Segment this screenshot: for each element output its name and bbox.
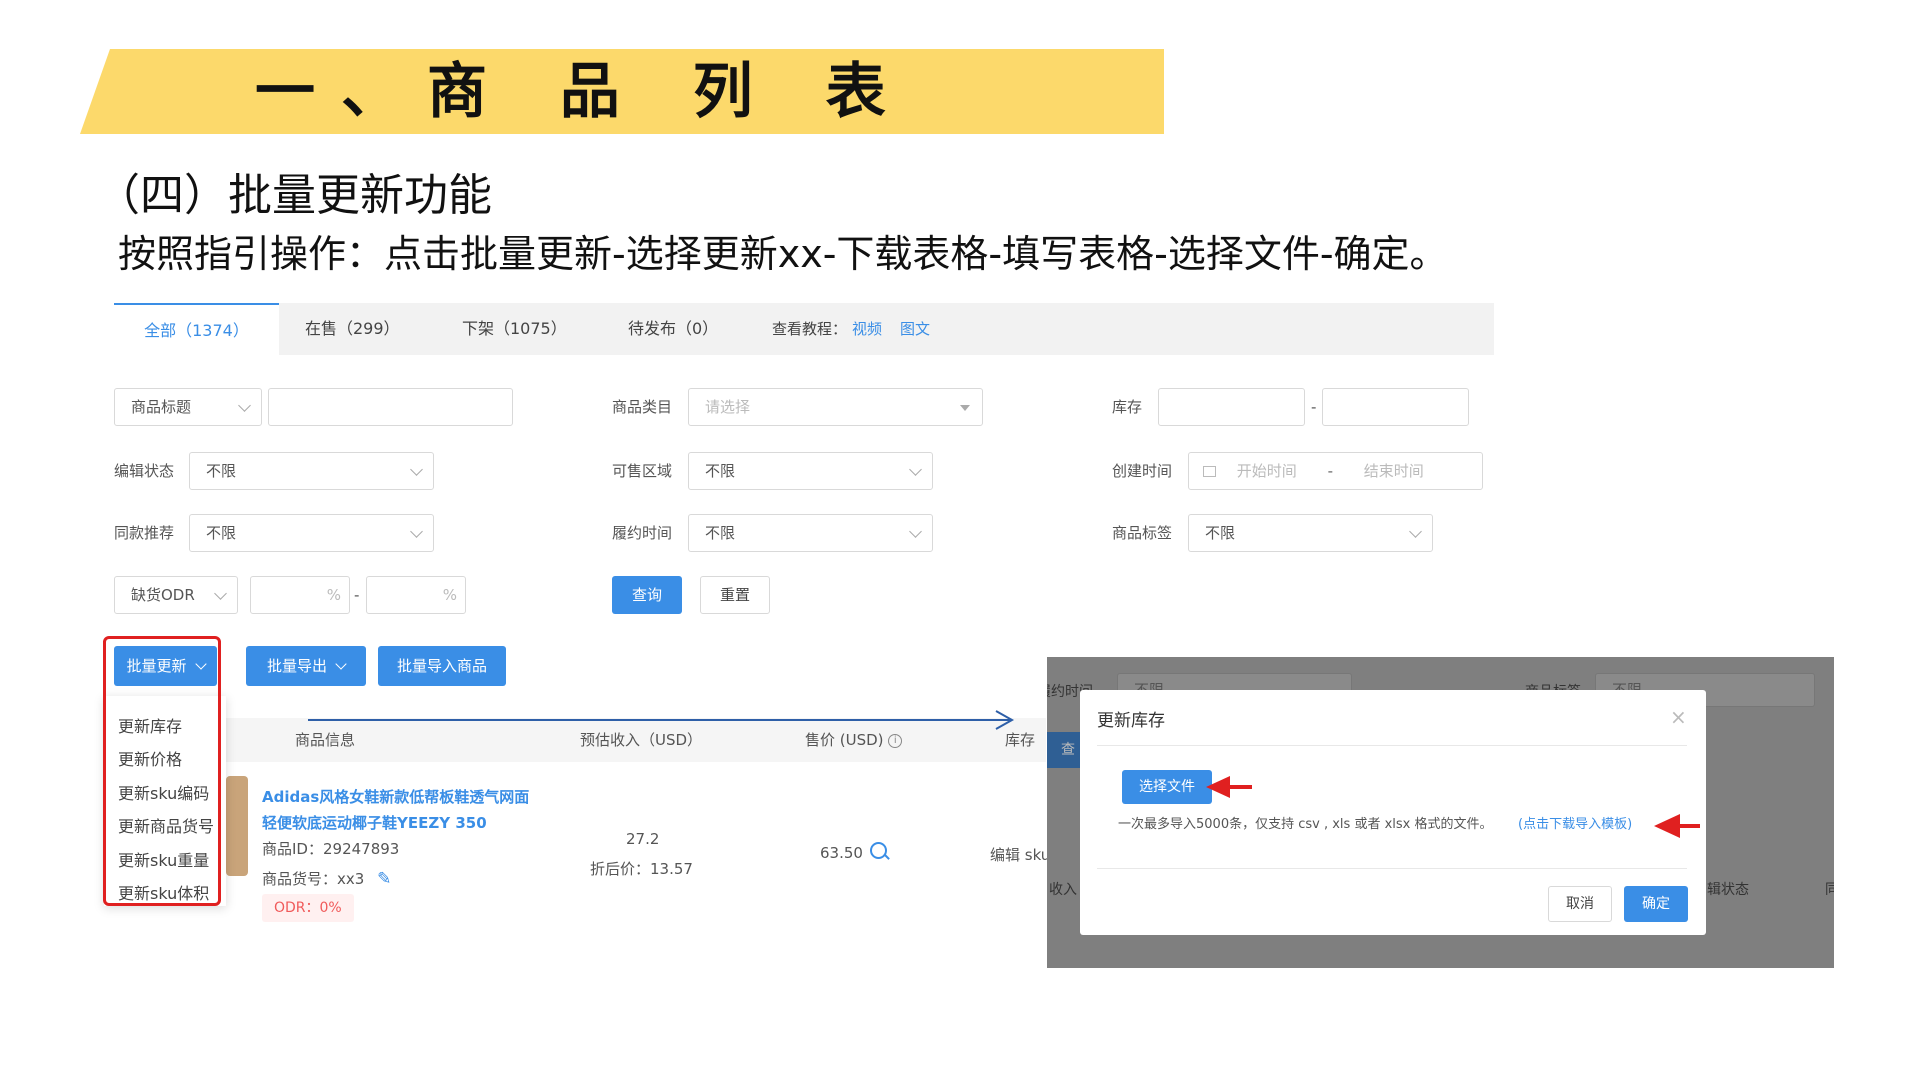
choose-file-arrow-head <box>1206 776 1230 798</box>
annotation-arrows <box>308 710 1700 838</box>
template-link-arrow-head <box>1654 814 1680 838</box>
